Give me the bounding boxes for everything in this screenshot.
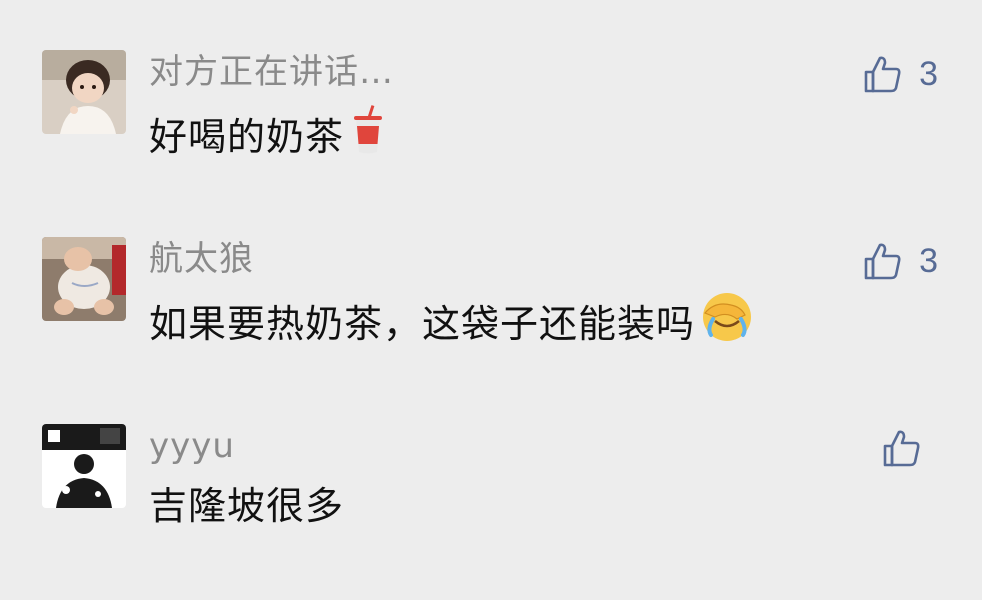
comment-content-text: 吉隆坡很多 xyxy=(149,484,345,528)
comment-item: yyyu 吉隆坡很多 xyxy=(0,424,982,554)
avatar[interactable] xyxy=(42,50,126,134)
like-count: 3 xyxy=(919,242,938,280)
comment-nickname[interactable]: 航太狼 xyxy=(149,237,254,281)
like-button[interactable]: 3 xyxy=(863,239,938,283)
comment-content: 吉隆坡很多 xyxy=(149,482,344,530)
avatar[interactable] xyxy=(42,237,126,321)
avatar-bw-photo xyxy=(42,424,126,508)
comment-item: 航太狼 如果要热奶茶，这袋子还能装吗 3 xyxy=(0,237,982,367)
comment-content-text: 好喝的奶茶 xyxy=(149,115,345,159)
comment-content: 好喝的奶茶 xyxy=(149,105,386,171)
thumbs-up-icon xyxy=(864,243,901,280)
like-button[interactable]: 3 xyxy=(863,52,938,96)
comment-nickname[interactable]: yyyu xyxy=(149,424,235,468)
comment-content-text: 如果要热奶茶，这袋子还能装吗 xyxy=(149,302,696,346)
thumbs-up-icon xyxy=(883,430,920,467)
comment-nickname[interactable]: 对方正在讲话… xyxy=(149,50,394,94)
avatar-girl-photo xyxy=(42,50,126,134)
avatar[interactable] xyxy=(42,424,126,508)
thumbs-up-icon xyxy=(864,56,901,93)
comment-item: 对方正在讲话… 好喝的奶茶 3 xyxy=(0,50,982,180)
like-count: 3 xyxy=(919,55,938,93)
avatar-baby-photo xyxy=(42,237,126,321)
comment-content: 如果要热奶茶，这袋子还能装吗 xyxy=(149,293,753,358)
like-button[interactable] xyxy=(882,426,938,470)
comment-list: 对方正在讲话… 好喝的奶茶 3 航太狼 如果要热奶茶，这袋子还能装吗 3 yyy… xyxy=(0,0,982,600)
face-palm-crying-emoji xyxy=(701,291,753,354)
cup-with-straw-emoji xyxy=(350,104,386,167)
